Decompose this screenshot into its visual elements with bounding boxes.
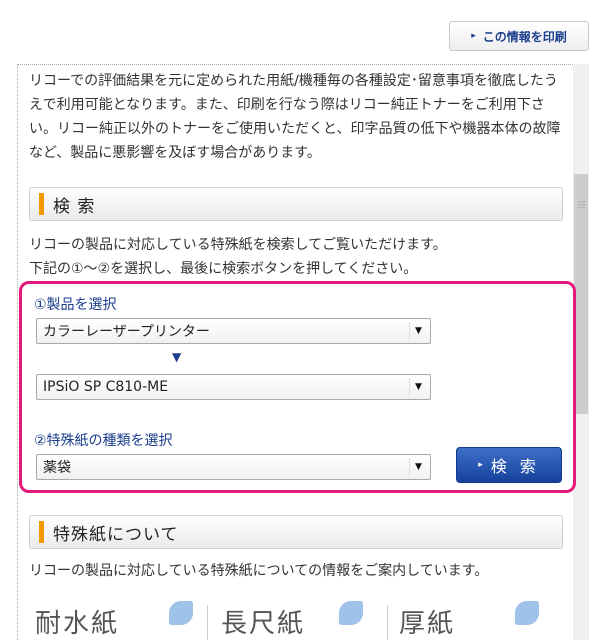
search-button-label: 検 索 [490, 457, 540, 476]
search-form-panel: ①製品を選択 カラーレーザープリンター ▼ ▼ IPSiO SP C810-ME… [19, 281, 576, 493]
search-button[interactable]: ▸ 検 索 [456, 447, 562, 483]
paper-type-select[interactable]: 薬袋 ▼ [36, 454, 431, 480]
step2-label: ②特殊紙の種類を選択 [34, 433, 173, 449]
about-section-header: 特殊紙について [29, 515, 563, 549]
chevron-down-icon: ▼ [409, 322, 427, 340]
paper-type-thumbnails: 耐水紙 長尺紙 厚紙 [29, 597, 574, 640]
print-button-label: この情報を印刷 [482, 29, 567, 44]
paper-illustration-icon [515, 601, 539, 625]
down-arrow-icon: ▼ [172, 350, 182, 364]
search-desc-line1: リコーの製品に対応している特殊紙を検索してご覧いただけます。 [29, 237, 447, 253]
product-model-value: IPSiO SP C810-ME [43, 379, 169, 395]
product-category-value: カラーレーザープリンター [43, 324, 210, 340]
paper-illustration-icon [339, 601, 363, 625]
divider [387, 605, 388, 640]
divider [207, 605, 208, 640]
chevron-down-icon: ▼ [409, 378, 427, 396]
paper-illustration-icon [169, 601, 193, 625]
section-accent-bar [39, 193, 44, 215]
about-desc: リコーの製品に対応している特殊紙についての情報をご案内しています。 [29, 563, 489, 579]
search-desc-line2: 下記の①～②を選択し、最後に検索ボタンを押してください。 [29, 261, 418, 277]
about-section-title: 特殊紙について [53, 524, 179, 545]
arrow-right-icon: ▸ [471, 31, 476, 41]
step1-label: ①製品を選択 [34, 297, 117, 313]
search-section-title: 検 索 [53, 196, 96, 217]
intro-text: リコーでの評価結果を元に定められた用紙/機種毎の各種設定･留意事項を徹底したうえ… [29, 73, 561, 161]
chevron-down-icon: ▼ [409, 458, 427, 476]
scrollbar-grip-icon: — — — [577, 197, 586, 213]
paper-type-value: 薬袋 [43, 460, 71, 476]
thumbnail-waterproof[interactable]: 耐水紙 [35, 603, 119, 640]
product-category-select[interactable]: カラーレーザープリンター ▼ [36, 318, 431, 344]
section-accent-bar [39, 521, 44, 543]
arrow-right-icon: ▸ [478, 460, 483, 470]
print-button[interactable]: ▸ この情報を印刷 [449, 21, 589, 51]
product-model-select[interactable]: IPSiO SP C810-ME ▼ [36, 374, 431, 400]
thumbnail-thick-paper[interactable]: 厚紙 [399, 603, 455, 640]
thumbnail-long-paper[interactable]: 長尺紙 [221, 603, 305, 640]
search-section-header: 検 索 [29, 187, 563, 221]
